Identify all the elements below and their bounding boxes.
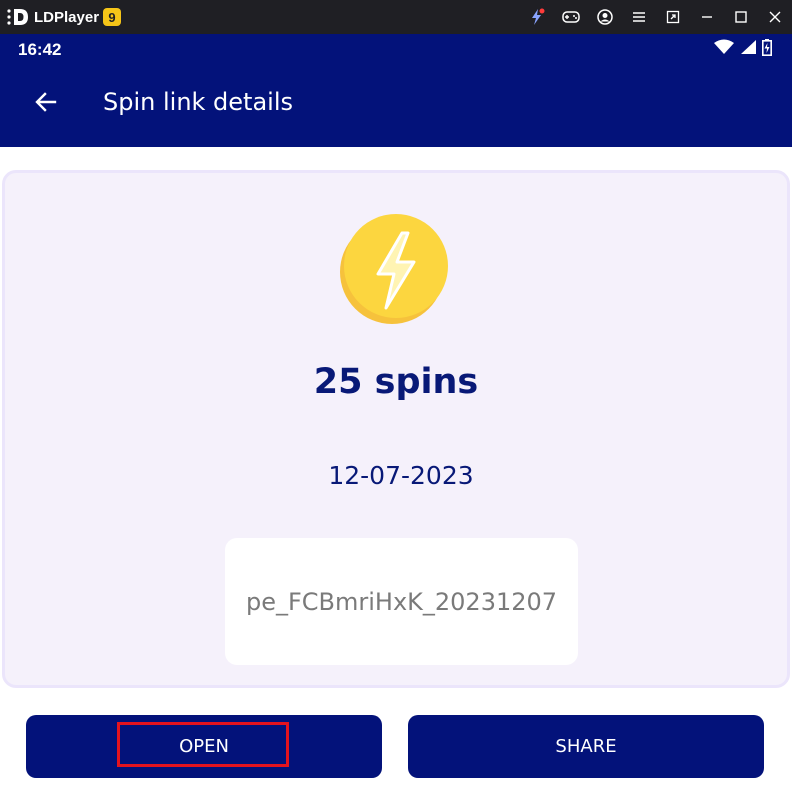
- spin-code: pe_FCBmriHxK_20231207: [245, 587, 558, 616]
- spin-code-box[interactable]: pe_FCBmriHxK_20231207: [225, 538, 578, 665]
- lightning-coin-icon: [340, 214, 450, 324]
- minimize-icon[interactable]: [690, 0, 724, 34]
- gamepad-icon[interactable]: [554, 0, 588, 34]
- share-button-label: SHARE: [555, 736, 617, 757]
- signal-icon: [740, 39, 756, 59]
- ldplayer-logo-icon: [6, 6, 30, 28]
- menu-icon[interactable]: [622, 0, 656, 34]
- page-title: Spin link details: [103, 88, 294, 116]
- arrow-left-icon: [34, 90, 58, 118]
- emulator-titlebar: LDPlayer 9: [0, 0, 792, 34]
- account-icon[interactable]: [588, 0, 622, 34]
- status-time: 16:42: [18, 40, 62, 59]
- spins-count: 25 spins: [313, 362, 479, 402]
- open-highlight-box: [117, 722, 289, 767]
- close-icon[interactable]: [758, 0, 792, 34]
- back-button[interactable]: [26, 84, 66, 124]
- restore-icon[interactable]: [656, 0, 690, 34]
- spin-date: 12-07-2023: [328, 461, 474, 490]
- maximize-icon[interactable]: [724, 0, 758, 34]
- share-button[interactable]: SHARE: [408, 715, 764, 778]
- lightning-icon[interactable]: [520, 0, 554, 34]
- app-name: LDPlayer: [34, 8, 100, 26]
- battery-icon: [762, 38, 772, 60]
- wifi-icon: [714, 39, 734, 59]
- status-icons: [714, 38, 772, 60]
- ldplayer-logo: LDPlayer 9: [6, 6, 122, 28]
- version-badge: 9: [103, 8, 122, 26]
